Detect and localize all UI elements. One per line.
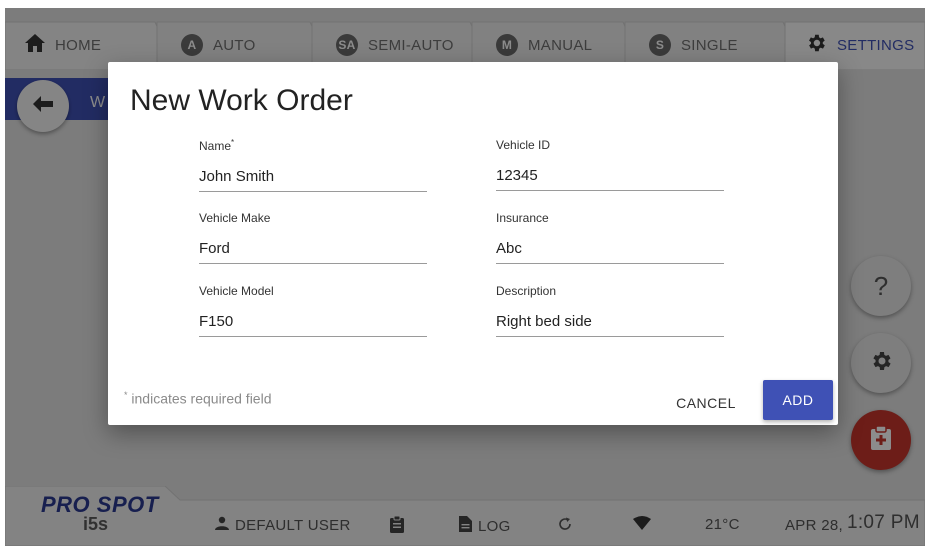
add-button[interactable]: ADD xyxy=(763,380,833,420)
field-underline xyxy=(496,336,724,337)
description-field[interactable]: Description xyxy=(496,284,724,337)
dialog-title: New Work Order xyxy=(130,84,353,117)
field-label: Vehicle Model xyxy=(199,284,274,298)
vehicle-make-input[interactable] xyxy=(199,237,427,259)
description-input[interactable] xyxy=(496,310,724,332)
field-label: Vehicle Make xyxy=(199,211,271,225)
name-field[interactable]: Name* xyxy=(199,138,427,192)
field-underline xyxy=(496,190,724,191)
new-work-order-dialog: New Work Order Name* Vehicle ID Vehicle … xyxy=(108,62,838,425)
field-underline xyxy=(199,336,427,337)
insurance-field[interactable]: Insurance xyxy=(496,211,724,264)
field-underline xyxy=(496,263,724,264)
vehicle-id-field[interactable]: Vehicle ID xyxy=(496,138,724,191)
cancel-button[interactable]: CANCEL xyxy=(666,386,746,420)
field-label: Insurance xyxy=(496,211,549,225)
vehicle-id-input[interactable] xyxy=(496,164,724,186)
field-label: Vehicle ID xyxy=(496,138,551,152)
vehicle-model-input[interactable] xyxy=(199,310,427,332)
field-underline xyxy=(199,191,427,192)
app-screen: HOME A AUTO SA SEMI-AUTO M MANUAL S SING… xyxy=(5,8,925,546)
field-label: Description xyxy=(496,284,557,298)
insurance-input[interactable] xyxy=(496,237,724,259)
required-field-note: * indicates required field xyxy=(124,390,272,407)
field-underline xyxy=(199,263,427,264)
name-input[interactable] xyxy=(199,165,427,187)
vehicle-make-field[interactable]: Vehicle Make xyxy=(199,211,427,264)
vehicle-model-field[interactable]: Vehicle Model xyxy=(199,284,427,337)
field-label: Name* xyxy=(199,138,235,153)
